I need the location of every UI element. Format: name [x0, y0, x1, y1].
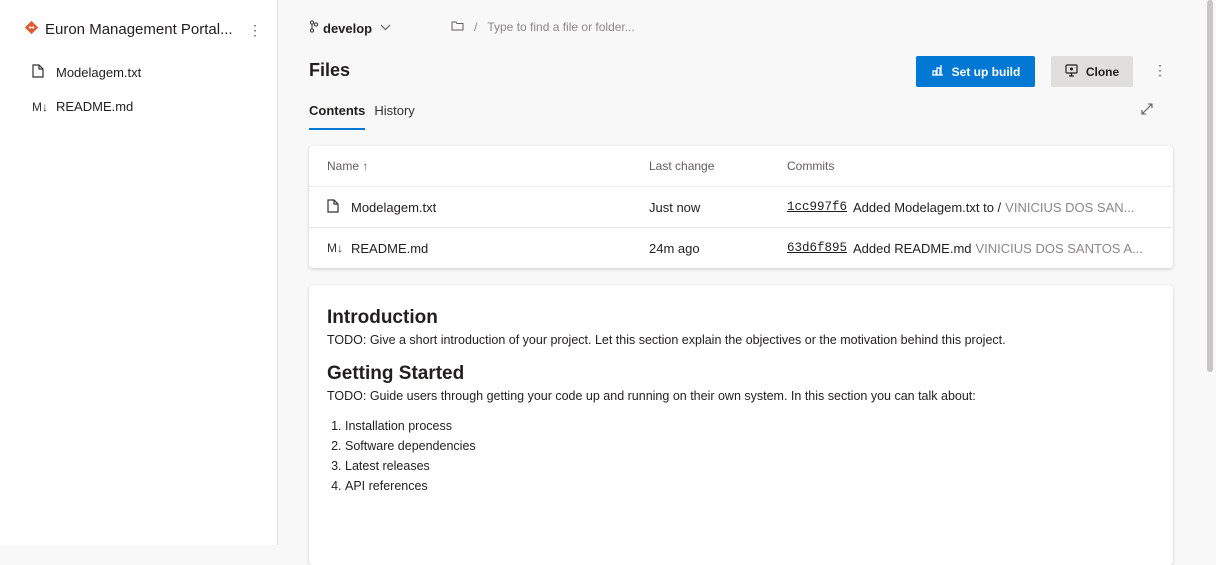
table-header: Name ↑ Last change Commits: [309, 146, 1173, 187]
sidebar-item-label: Modelagem.txt: [56, 65, 142, 80]
table-row[interactable]: M↓ README.md 24m ago 63d6f895 Added READ…: [309, 228, 1173, 268]
list-item: Latest releases: [345, 459, 1155, 473]
readme-preview: Introduction TODO: Give a short introduc…: [309, 285, 1173, 565]
content-tabs: Contents History: [309, 103, 424, 130]
more-actions-icon[interactable]: ⋮: [1153, 62, 1167, 79]
path-search-placeholder: Type to find a file or folder...: [487, 20, 635, 34]
sidebar-item-label: README.md: [56, 99, 134, 114]
set-up-build-button[interactable]: Set up build: [916, 56, 1035, 87]
repo-selector[interactable]: Euron Management Portal...: [24, 20, 233, 38]
list-item: Software dependencies: [345, 439, 1155, 453]
main-content: develop / Type to find a file or folder.…: [279, 0, 1216, 565]
tab-contents[interactable]: Contents: [309, 103, 366, 130]
file-name-cell[interactable]: Modelagem.txt: [327, 187, 436, 227]
getting-started-text: TODO: Guide users through getting your c…: [327, 389, 976, 403]
list-item: Installation process: [345, 419, 1155, 433]
sidebar-item-modelagem[interactable]: Modelagem.txt: [32, 64, 141, 81]
repo-name: Euron Management Portal...: [45, 20, 233, 38]
file-icon: [327, 198, 341, 216]
file-name: README.md: [351, 240, 429, 256]
markdown-icon: M↓: [32, 99, 48, 114]
last-change-cell: 24m ago: [649, 240, 700, 256]
git-repo-icon: [24, 20, 39, 38]
path-search-input[interactable]: / Type to find a file or folder...: [451, 20, 635, 34]
branch-icon: [309, 20, 319, 36]
vertical-scrollbar[interactable]: [1207, 0, 1213, 372]
table-row[interactable]: Modelagem.txt Just now 1cc997f6 Added Mo…: [309, 187, 1173, 228]
files-table: Name ↑ Last change Commits Modelagem.txt…: [309, 146, 1173, 268]
file-name-cell[interactable]: M↓ README.md: [327, 228, 428, 268]
commit-hash-link[interactable]: 1cc997f6: [787, 200, 847, 214]
commit-cell: 1cc997f6 Added Modelagem.txt to / VINICI…: [787, 187, 1157, 227]
commit-hash-link[interactable]: 63d6f895: [787, 241, 847, 255]
commit-author: VINICIUS DOS SAN...: [1005, 199, 1135, 215]
steps-list: Installation process Software dependenci…: [327, 419, 1155, 493]
branch-name: develop: [323, 20, 373, 36]
repo-more-options-icon[interactable]: ⋮: [248, 22, 262, 39]
markdown-icon: M↓: [327, 241, 343, 255]
page-title: Files: [309, 60, 351, 80]
build-icon: [931, 64, 944, 79]
intro-heading: Introduction: [327, 307, 438, 328]
branch-selector[interactable]: develop: [309, 20, 391, 36]
tab-history[interactable]: History: [374, 103, 414, 130]
getting-started-heading: Getting Started: [327, 363, 465, 384]
file-icon: [32, 64, 46, 81]
commit-message: Added Modelagem.txt to /: [853, 199, 1002, 215]
intro-text: TODO: Give a short introduction of your …: [327, 333, 1006, 347]
chevron-down-icon: [380, 22, 391, 34]
file-explorer-sidebar: Euron Management Portal... ⋮ Modelagem.t…: [0, 0, 278, 545]
commit-message: Added README.md: [853, 240, 972, 256]
column-header-commits[interactable]: Commits: [787, 146, 1157, 186]
file-name: Modelagem.txt: [351, 199, 437, 215]
commit-author: VINICIUS DOS SANTOS A...: [975, 240, 1143, 256]
set-up-build-label: Set up build: [951, 64, 1021, 79]
folder-icon: [451, 20, 464, 34]
path-separator: /: [474, 20, 478, 34]
clone-button[interactable]: Clone: [1051, 56, 1133, 87]
list-item: API references: [345, 479, 1155, 493]
last-change-cell: Just now: [649, 199, 701, 215]
column-header-name[interactable]: Name ↑: [327, 146, 368, 186]
column-header-last-change[interactable]: Last change: [649, 146, 714, 186]
clone-label: Clone: [1085, 64, 1120, 79]
sidebar-item-readme[interactable]: M↓ README.md: [32, 99, 133, 114]
expand-icon[interactable]: [1141, 102, 1153, 118]
commit-cell: 63d6f895 Added README.md VINICIUS DOS SA…: [787, 228, 1157, 268]
clone-icon: [1065, 63, 1078, 80]
